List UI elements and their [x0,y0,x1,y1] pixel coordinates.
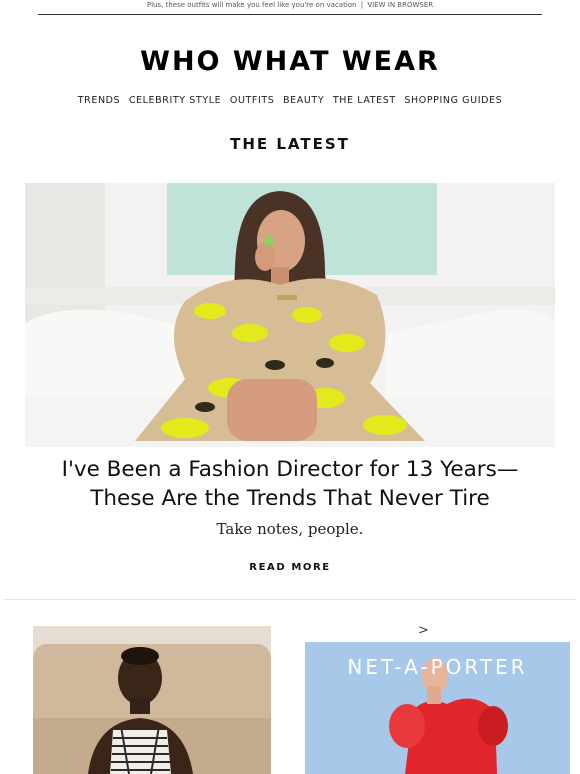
preheader: Plus, these outfits will make you feel l… [0,0,580,15]
nav-item-shopping-guides[interactable]: SHOPPING GUIDES [404,95,502,106]
preheader-text: Plus, these outfits will make you feel l… [146,1,357,9]
nav-item-trends[interactable]: TRENDS [78,95,120,106]
read-more-link[interactable]: READ MORE [0,562,580,573]
hero-illustration [25,183,555,447]
chevron-right-icon[interactable]: > [418,623,429,638]
nav-item-celebrity-style[interactable]: CELEBRITY STYLE [129,95,221,106]
outfit-photo[interactable] [33,626,271,774]
hero-image[interactable] [25,183,555,447]
feature-dek: Take notes, people. [216,520,364,538]
nav-item-beauty[interactable]: BEAUTY [283,95,324,106]
preheader-divider [38,14,542,15]
preheader-separator: | [360,1,364,9]
nav-item-the-latest[interactable]: THE LATEST [333,95,396,106]
feature-headline-line-1: I've Been a Fashion Director for 13 Year… [61,457,519,482]
outfit-photo-illustration [33,626,271,774]
view-in-browser-link[interactable]: VIEW IN BROWSER [367,1,433,9]
section-divider [4,599,576,600]
net-a-porter-logo: NET-A-PORTER [347,655,528,679]
main-nav: TRENDS CELEBRITY STYLE OUTFITS BEAUTY TH… [0,95,580,106]
brand-logo[interactable]: WHO WHAT WEAR [0,46,580,77]
section-title: THE LATEST [230,135,350,153]
feature-headline-line-2: These Are the Trends That Never Tire [90,486,490,511]
nav-item-outfits[interactable]: OUTFITS [230,95,275,106]
net-a-porter-ad[interactable]: NET-A-PORTER [305,642,570,774]
feature-headline[interactable]: I've Been a Fashion Director for 13 Year… [40,455,540,513]
